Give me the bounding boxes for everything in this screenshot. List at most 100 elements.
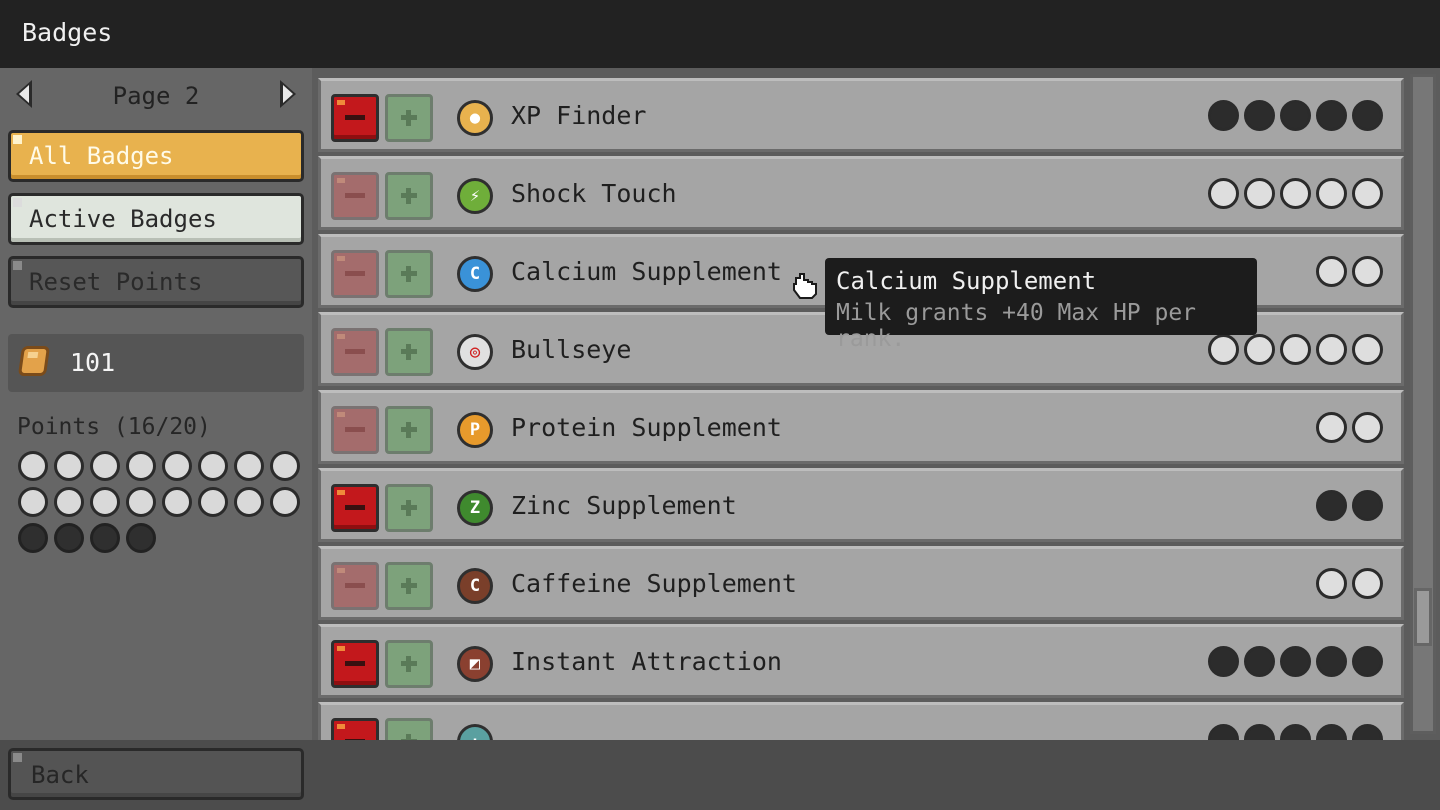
- calcium-icon: C: [457, 256, 493, 292]
- back-button[interactable]: Back: [8, 748, 304, 800]
- equip-plus-button[interactable]: [385, 562, 433, 610]
- next-page-arrow-icon[interactable]: [280, 80, 296, 108]
- point-available-dot: [90, 487, 120, 517]
- rank-filled-dot: [1208, 724, 1239, 740]
- reset-points-button[interactable]: Reset Points: [8, 256, 304, 308]
- rank-filled-dot: [1352, 490, 1383, 521]
- point-used-dot: [126, 523, 156, 553]
- scrollbar[interactable]: [1406, 68, 1440, 740]
- rank-filled-dot: [1208, 100, 1239, 131]
- page-selector: Page 2: [10, 80, 302, 112]
- hand-cursor-icon: [793, 273, 817, 299]
- badge-name: XP Finder: [511, 101, 647, 130]
- rank-filled-dot: [1316, 646, 1347, 677]
- rank-filled-dot: [1352, 724, 1383, 740]
- rank-filled-dot: [1352, 646, 1383, 677]
- rank-filled-dot: [1244, 646, 1275, 677]
- unequip-minus-button[interactable]: [331, 250, 379, 298]
- badge-row[interactable]: ● XP Finder: [318, 78, 1404, 152]
- coin-counter: 101: [8, 334, 304, 392]
- badge-rank-dots: [1203, 724, 1383, 740]
- point-available-dot: [18, 451, 48, 481]
- rank-filled-dot: [1352, 100, 1383, 131]
- rank-empty-dot: [1316, 256, 1347, 287]
- unequip-minus-button[interactable]: [331, 94, 379, 142]
- equip-plus-button[interactable]: [385, 328, 433, 376]
- rank-empty-dot: [1352, 256, 1383, 287]
- badge-name: Instant Attraction: [511, 647, 782, 676]
- coin-icon: [17, 346, 51, 376]
- badge-rank-dots: [1311, 490, 1383, 522]
- rank-empty-dot: [1208, 178, 1239, 209]
- badge-list: ● XP Finder ⚡ Shock Touch C Calcium Supplemen…: [312, 68, 1406, 740]
- unequip-minus-button[interactable]: [331, 406, 379, 454]
- point-used-dot: [54, 523, 84, 553]
- point-available-dot: [270, 487, 300, 517]
- rank-empty-dot: [1352, 412, 1383, 443]
- point-available-dot: [54, 487, 84, 517]
- badge-name: Caffeine Supplement: [511, 569, 797, 598]
- footer: Back: [0, 740, 1440, 810]
- scrollbar-thumb[interactable]: [1414, 588, 1432, 646]
- rank-filled-dot: [1316, 490, 1347, 521]
- active-badges-button[interactable]: Active Badges: [8, 193, 304, 245]
- equip-plus-button[interactable]: [385, 640, 433, 688]
- badge-rank-dots: [1203, 178, 1383, 210]
- unequip-minus-button[interactable]: [331, 562, 379, 610]
- unequip-minus-button[interactable]: [331, 484, 379, 532]
- badge-name: Zinc Supplement: [511, 491, 737, 520]
- equip-plus-button[interactable]: [385, 172, 433, 220]
- badge-row[interactable]: Z Zinc Supplement: [318, 468, 1404, 542]
- badge-row[interactable]: ◩ Instant Attraction: [318, 624, 1404, 698]
- unequip-minus-button[interactable]: [331, 640, 379, 688]
- badge-rank-dots: [1311, 412, 1383, 444]
- equip-plus-button[interactable]: [385, 718, 433, 740]
- badge-row[interactable]: ⚡ Shock Touch: [318, 156, 1404, 230]
- badge-row[interactable]: C Caffeine Supplement: [318, 546, 1404, 620]
- point-available-dot: [162, 487, 192, 517]
- rank-empty-dot: [1316, 568, 1347, 599]
- badge-row[interactable]: P Protein Supplement: [318, 390, 1404, 464]
- magnet-icon: ◩: [457, 646, 493, 682]
- rank-empty-dot: [1280, 334, 1311, 365]
- title-bar: Badges: [0, 0, 1440, 68]
- point-available-dot: [126, 487, 156, 517]
- unequip-minus-button[interactable]: [331, 718, 379, 740]
- badge-row[interactable]: ✚: [318, 702, 1404, 740]
- equip-plus-button[interactable]: [385, 250, 433, 298]
- unequip-minus-button[interactable]: [331, 328, 379, 376]
- equip-plus-button[interactable]: [385, 484, 433, 532]
- rank-filled-dot: [1280, 724, 1311, 740]
- rank-filled-dot: [1316, 724, 1347, 740]
- badge-tooltip: Calcium Supplement Milk grants +40 Max H…: [825, 258, 1257, 352]
- all-badges-button[interactable]: All Badges: [8, 130, 304, 182]
- point-available-dot: [162, 451, 192, 481]
- rank-filled-dot: [1316, 100, 1347, 131]
- point-available-dot: [126, 451, 156, 481]
- equip-plus-button[interactable]: [385, 406, 433, 454]
- point-available-dot: [18, 487, 48, 517]
- rank-empty-dot: [1352, 568, 1383, 599]
- point-available-dot: [54, 451, 84, 481]
- page-label: Page 2: [112, 82, 200, 110]
- point-available-dot: [234, 487, 264, 517]
- target-icon: ◎: [457, 334, 493, 370]
- point-available-dot: [234, 451, 264, 481]
- unequip-minus-button[interactable]: [331, 172, 379, 220]
- badge-name: Bullseye: [511, 335, 632, 364]
- rank-empty-dot: [1352, 334, 1383, 365]
- rank-empty-dot: [1316, 178, 1347, 209]
- rank-empty-dot: [1316, 412, 1347, 443]
- rank-empty-dot: [1316, 334, 1347, 365]
- badge-rank-dots: [1203, 100, 1383, 132]
- badge-rank-dots: [1311, 568, 1383, 600]
- point-available-dot: [270, 451, 300, 481]
- zinc-icon: Z: [457, 490, 493, 526]
- rank-filled-dot: [1280, 646, 1311, 677]
- badge-rank-dots: [1311, 256, 1383, 288]
- coin-count: 101: [70, 348, 116, 377]
- equip-plus-button[interactable]: [385, 94, 433, 142]
- point-available-dot: [90, 451, 120, 481]
- badge-name: Protein Supplement: [511, 413, 782, 442]
- xp-finder-icon: ●: [457, 100, 493, 136]
